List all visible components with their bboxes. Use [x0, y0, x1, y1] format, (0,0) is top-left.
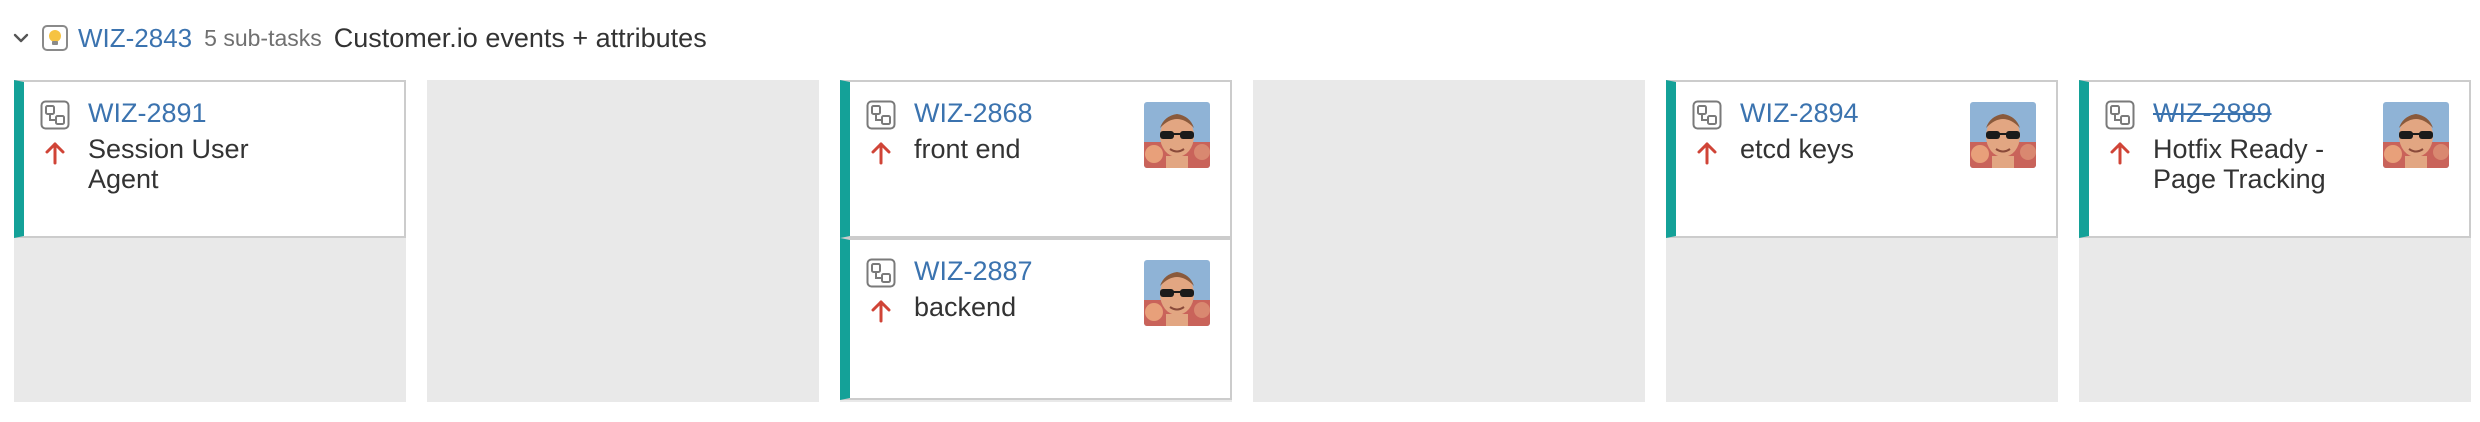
issue-summary: backend — [914, 292, 1017, 322]
subtask-icon — [1692, 100, 1722, 130]
story-lightbulb-icon — [42, 25, 68, 51]
board-column — [1253, 80, 1645, 402]
priority-high-icon — [868, 140, 894, 166]
board-column: WIZ-2889 Hotfix Ready - Page Tracking — [2079, 80, 2471, 402]
subtask-icon — [2105, 100, 2135, 130]
issue-key[interactable]: WIZ-2889 — [2153, 98, 2272, 129]
issue-card[interactable]: WIZ-2891 Session User Agent — [14, 80, 406, 238]
issue-summary: etcd keys — [1740, 134, 1855, 164]
parent-issue-summary[interactable]: Customer.io events + attributes — [334, 23, 707, 54]
board-column: WIZ-2891 Session User Agent — [14, 80, 406, 402]
assignee-avatar[interactable] — [2383, 102, 2449, 168]
issue-card[interactable]: WIZ-2887 backend — [840, 238, 1232, 400]
subtask-icon — [866, 100, 896, 130]
issue-key[interactable]: WIZ-2868 — [914, 98, 1033, 129]
issue-card[interactable]: WIZ-2894 etcd keys — [1666, 80, 2058, 238]
board-column — [427, 80, 819, 402]
issue-summary: front end — [914, 134, 1021, 164]
issue-summary: Hotfix Ready - Page Tracking — [2153, 134, 2326, 194]
issue-key[interactable]: WIZ-2894 — [1740, 98, 1859, 129]
issue-card[interactable]: WIZ-2889 Hotfix Ready - Page Tracking — [2079, 80, 2471, 238]
issue-key[interactable]: WIZ-2887 — [914, 256, 1033, 287]
assignee-avatar[interactable] — [1144, 102, 1210, 168]
issue-key[interactable]: WIZ-2891 — [88, 98, 207, 129]
priority-high-icon — [1694, 140, 1720, 166]
board-column: WIZ-2894 etcd keys — [1666, 80, 2058, 402]
subtask-count: 5 sub-tasks — [204, 24, 322, 51]
assignee-avatar[interactable] — [1144, 260, 1210, 326]
priority-high-icon — [868, 298, 894, 324]
parent-issue-key[interactable]: WIZ-2843 — [78, 23, 192, 54]
board-column: WIZ-2868 front end WIZ-2887 backend — [840, 80, 1232, 402]
assignee-avatar[interactable] — [1970, 102, 2036, 168]
subtask-icon — [866, 258, 896, 288]
priority-high-icon — [2107, 140, 2133, 166]
chevron-down-icon[interactable] — [10, 27, 32, 49]
issue-summary: Session User Agent — [88, 134, 249, 194]
swimlane-header: WIZ-2843 5 sub-tasks Customer.io events … — [10, 18, 707, 58]
issue-card[interactable]: WIZ-2868 front end — [840, 80, 1232, 238]
priority-high-icon — [42, 140, 68, 166]
subtask-icon — [40, 100, 70, 130]
